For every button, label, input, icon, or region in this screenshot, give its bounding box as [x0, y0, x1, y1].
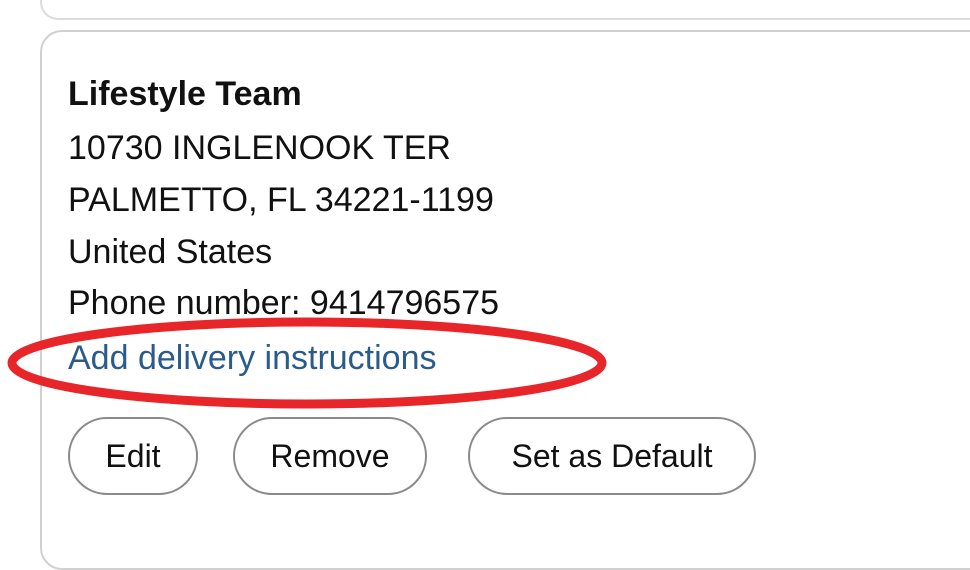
remove-button[interactable]: Remove — [233, 417, 427, 495]
edit-button[interactable]: Edit — [68, 417, 198, 495]
address-street: 10730 INGLENOOK TER — [68, 129, 451, 167]
address-city-state-zip: PALMETTO, FL 34221-1199 — [68, 181, 494, 219]
address-phone: Phone number: 9414796575 — [68, 284, 500, 322]
previous-address-card — [40, 0, 970, 20]
add-delivery-instructions-link[interactable]: Add delivery instructions — [68, 338, 437, 378]
set-as-default-button[interactable]: Set as Default — [468, 417, 756, 495]
address-country: United States — [68, 233, 273, 271]
address-name: Lifestyle Team — [68, 75, 302, 113]
